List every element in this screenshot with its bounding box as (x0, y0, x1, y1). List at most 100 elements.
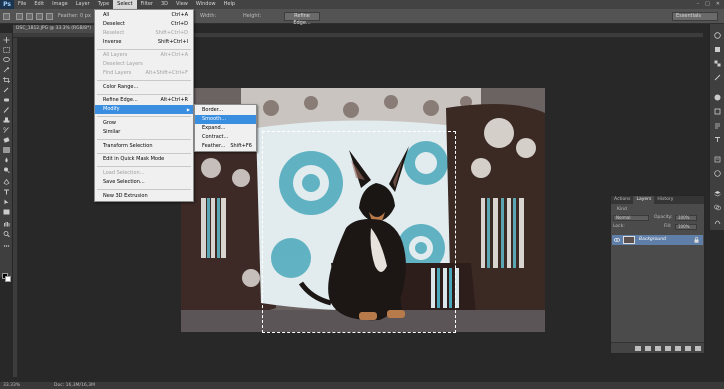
menu-item-new-3d-extrusion[interactable]: New 3D Extrusion (95, 192, 193, 201)
tab-actions[interactable]: Actions (611, 196, 633, 204)
layers-panel-icon[interactable] (714, 190, 721, 197)
pen-tool-icon[interactable] (3, 179, 10, 185)
blend-mode-select[interactable]: Normal (613, 215, 649, 221)
menu-item-deselect-layers[interactable]: Deselect Layers (95, 60, 193, 69)
menu-item-deselect[interactable]: Deselect Ctrl+D (95, 20, 193, 29)
brush-tool-icon[interactable] (3, 107, 10, 113)
move-tool-icon[interactable] (3, 37, 10, 43)
fill-input[interactable]: 100% (675, 224, 697, 230)
menu-item-refine-edge[interactable]: Refine Edge... Alt+Ctrl+R (95, 96, 193, 105)
menu-item-all[interactable]: All Ctrl+A (95, 11, 193, 20)
healing-brush-tool-icon[interactable] (3, 97, 10, 103)
opacity-input[interactable]: 100% (675, 215, 697, 221)
menu-filter[interactable]: Filter (137, 0, 157, 9)
character-panel-icon[interactable] (714, 136, 721, 143)
submenu-item-expand[interactable]: Expand... (195, 124, 256, 133)
gradient-tool-icon[interactable] (3, 147, 10, 153)
color-panel-icon[interactable] (714, 46, 721, 53)
history-panel-icon[interactable] (714, 32, 721, 39)
document-size[interactable]: Doc: 16,3M/16,3M (54, 383, 95, 388)
tab-layers[interactable]: Layers (633, 196, 655, 204)
menu-item-inverse[interactable]: Inverse Shift+Ctrl+I (95, 38, 193, 47)
menu-view[interactable]: View (172, 0, 192, 9)
menu-file[interactable]: File (14, 0, 30, 9)
background-color-swatch[interactable] (5, 276, 11, 282)
channels-panel-icon[interactable] (714, 204, 721, 211)
subtract-from-selection-icon[interactable] (36, 13, 43, 20)
hand-tool-icon[interactable] (3, 221, 10, 227)
menu-select[interactable]: Select (113, 0, 137, 9)
menu-item-similar[interactable]: Similar (95, 128, 193, 137)
type-tool-icon[interactable] (3, 189, 10, 195)
minimize-icon[interactable]: – (697, 1, 700, 7)
paragraph-panel-icon[interactable] (714, 122, 721, 129)
submenu-item-contract[interactable]: Contract... (195, 133, 256, 142)
layer-style-icon[interactable] (645, 346, 651, 351)
menu-item-load-selection[interactable]: Load Selection... (95, 169, 193, 178)
zoom-tool-icon[interactable] (3, 231, 10, 237)
adjustments-panel-icon[interactable] (714, 94, 721, 101)
intersect-selection-icon[interactable] (46, 13, 53, 20)
history-brush-tool-icon[interactable] (3, 127, 10, 133)
new-group-icon[interactable] (675, 346, 681, 351)
menu-image[interactable]: Image (48, 0, 72, 9)
new-selection-icon[interactable] (16, 13, 23, 20)
visibility-eye-icon[interactable] (613, 237, 621, 243)
swatches-panel-icon[interactable] (714, 60, 721, 67)
refine-edge-button[interactable]: Refine Edge... (284, 12, 320, 26)
zoom-level[interactable]: 33.33% (3, 383, 20, 388)
rectangular-marquee-tool-icon[interactable] (3, 47, 10, 53)
maximize-icon[interactable]: □ (705, 1, 710, 7)
properties-panel-icon[interactable] (714, 156, 721, 163)
menu-item-grow[interactable]: Grow (95, 119, 193, 128)
styles-panel-icon[interactable] (714, 108, 721, 115)
lock-icon[interactable] (694, 237, 699, 243)
brush-panel-icon[interactable] (714, 74, 721, 81)
menu-item-reselect[interactable]: Reselect Shift+Ctrl+D (95, 29, 193, 38)
menu-window[interactable]: Window (192, 0, 220, 9)
menu-item-save-selection[interactable]: Save Selection... (95, 178, 193, 187)
new-layer-icon[interactable] (685, 346, 691, 351)
submenu-item-feather[interactable]: Feather... Shift+F6 (195, 142, 256, 151)
clone-stamp-tool-icon[interactable] (3, 117, 10, 123)
layer-row-background[interactable]: Background (612, 235, 703, 245)
submenu-item-smooth[interactable]: Smooth... (195, 115, 256, 124)
rectangle-tool-icon[interactable] (3, 209, 10, 215)
eyedropper-tool-icon[interactable] (3, 87, 10, 93)
menu-item-color-range[interactable]: Color Range... (95, 83, 193, 92)
menu-item-find-layers[interactable]: Find Layers Alt+Shift+Ctrl+F (95, 69, 193, 78)
delete-layer-icon[interactable] (695, 346, 701, 351)
more-tools-icon[interactable] (3, 243, 10, 249)
menu-item-all-layers[interactable]: All Layers Alt+Ctrl+A (95, 51, 193, 60)
marquee-tool-preset-icon[interactable] (3, 13, 10, 20)
path-selection-tool-icon[interactable] (3, 199, 10, 205)
document-tab[interactable]: DSC_1812.JPG @ 33.3% (RGB/8*) (13, 25, 99, 33)
menu-layer[interactable]: Layer (72, 0, 94, 9)
lasso-tool-icon[interactable] (3, 57, 10, 63)
submenu-item-border[interactable]: Border... (195, 106, 256, 115)
quick-selection-tool-icon[interactable] (3, 67, 10, 73)
menu-item-quick-mask[interactable]: Edit in Quick Mask Mode (95, 155, 193, 164)
add-to-selection-icon[interactable] (26, 13, 33, 20)
blur-tool-icon[interactable] (3, 157, 10, 163)
eraser-tool-icon[interactable] (3, 137, 10, 143)
menu-type[interactable]: Type (94, 0, 113, 9)
workspace-select[interactable]: Essentials (672, 12, 718, 21)
tab-history[interactable]: History (654, 196, 676, 204)
dodge-tool-icon[interactable] (3, 167, 10, 173)
close-icon[interactable]: ✕ (716, 1, 720, 7)
menu-edit[interactable]: Edit (30, 0, 48, 9)
link-layers-icon[interactable] (635, 346, 641, 351)
crop-tool-icon[interactable] (3, 77, 10, 83)
feather-input[interactable]: 0 px (80, 13, 91, 19)
menu-help[interactable]: Help (220, 0, 239, 9)
adjustment-layer-icon[interactable] (665, 346, 671, 351)
info-panel-icon[interactable] (714, 170, 721, 177)
layer-mask-icon[interactable] (655, 346, 661, 351)
layer-name[interactable]: Background (639, 237, 666, 242)
menu-item-transform-selection[interactable]: Transform Selection (95, 142, 193, 151)
paths-panel-icon[interactable] (714, 218, 721, 225)
menu-3d[interactable]: 3D (157, 0, 172, 9)
menu-item-modify[interactable]: Modify ▶ (95, 105, 193, 114)
layer-filter-kind[interactable]: Kind (617, 207, 627, 212)
